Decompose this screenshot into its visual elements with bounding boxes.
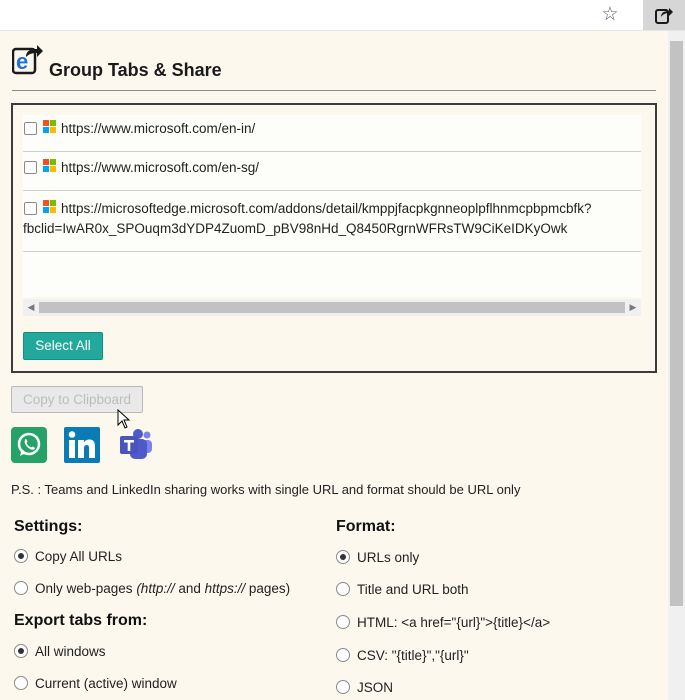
extension-popup: e Group Tabs & Share https://www.microso…: [0, 31, 668, 700]
http-text: (http://: [136, 581, 175, 596]
url-text-continued: fbclid=IwAR0x_SPOuqm3dYDP4ZuomD_pBV98nHd…: [23, 221, 568, 236]
extension-button[interactable]: [643, 0, 685, 30]
microsoft-favicon-icon: [43, 159, 57, 173]
app-logo-icon: e: [12, 45, 43, 75]
format-heading: Format:: [336, 518, 396, 535]
and-text: and: [174, 581, 205, 596]
current-window-label[interactable]: Current (active) window: [35, 676, 177, 691]
microsoft-favicon-icon: [43, 120, 57, 134]
url-text: https://microsoftedge.microsoft.com/addo…: [61, 201, 592, 216]
url-text: https://www.microsoft.com/en-in/: [61, 121, 256, 136]
select-all-button[interactable]: Select All: [23, 332, 103, 360]
share-extension-icon: [655, 8, 673, 24]
only-web-pages-label[interactable]: Only web-pages (http:// and https:// pag…: [35, 581, 290, 596]
html-format-radio[interactable]: [336, 615, 350, 629]
title-url-radio[interactable]: [336, 582, 350, 596]
url-checkbox[interactable]: [24, 202, 37, 215]
html-format-label[interactable]: HTML: <a href="{url}">{title}</a>: [357, 615, 550, 630]
copy-all-urls-label[interactable]: Copy All URLs: [35, 549, 122, 564]
pages-text: pages): [245, 581, 291, 596]
urls-only-label[interactable]: URLs only: [357, 550, 419, 565]
divider: [12, 90, 656, 91]
url-list-panel: https://www.microsoft.com/en-in/ https:/…: [11, 103, 657, 373]
teams-linkedin-note: P.S. : Teams and LinkedIn sharing works …: [11, 482, 521, 497]
settings-heading: Settings:: [14, 518, 83, 535]
url-text: https://www.microsoft.com/en-sg/: [61, 160, 260, 175]
linkedin-icon[interactable]: [64, 427, 100, 463]
json-format-label[interactable]: JSON: [357, 680, 393, 695]
only-web-pages-radio[interactable]: [14, 581, 28, 595]
url-list[interactable]: https://www.microsoft.com/en-in/ https:/…: [23, 115, 641, 297]
microsoft-favicon-icon: [43, 200, 57, 214]
star-favorite-icon[interactable]: ☆: [600, 5, 620, 25]
svg-text:e: e: [16, 49, 28, 74]
mouse-cursor-icon: [117, 409, 131, 429]
url-item[interactable]: https://www.microsoft.com/en-sg/: [23, 152, 641, 191]
url-checkbox[interactable]: [24, 122, 37, 135]
title-url-label[interactable]: Title and URL both: [357, 582, 469, 597]
teams-icon[interactable]: [118, 427, 154, 463]
horizontal-scrollbar[interactable]: ◀ ▶: [23, 299, 641, 316]
json-format-radio[interactable]: [336, 680, 350, 694]
current-window-radio[interactable]: [14, 676, 28, 690]
csv-format-radio[interactable]: [336, 648, 350, 662]
scroll-right-icon[interactable]: ▶: [625, 299, 641, 316]
scrollbar-thumb[interactable]: [39, 302, 625, 313]
copy-all-urls-radio[interactable]: [14, 549, 28, 563]
whatsapp-icon[interactable]: [11, 427, 47, 463]
csv-format-label[interactable]: CSV: "{title}","{url}": [357, 648, 469, 663]
url-item[interactable]: https://www.microsoft.com/en-in/: [23, 115, 641, 152]
export-tabs-heading: Export tabs from:: [14, 612, 148, 629]
https-text: https://: [204, 581, 246, 596]
popup-vertical-scrollbar[interactable]: [668, 31, 685, 700]
url-item[interactable]: https://microsoftedge.microsoft.com/addo…: [23, 191, 641, 252]
urls-only-radio[interactable]: [336, 550, 350, 564]
all-windows-label[interactable]: All windows: [35, 644, 106, 659]
scroll-left-icon[interactable]: ◀: [23, 299, 39, 316]
scrollbar-thumb[interactable]: [670, 41, 683, 606]
all-windows-radio[interactable]: [14, 644, 28, 658]
browser-toolbar: ☆: [0, 0, 685, 31]
page-title: Group Tabs & Share: [49, 60, 222, 80]
only-web-pages-text: Only web-pages: [35, 581, 137, 596]
url-checkbox[interactable]: [24, 161, 37, 174]
